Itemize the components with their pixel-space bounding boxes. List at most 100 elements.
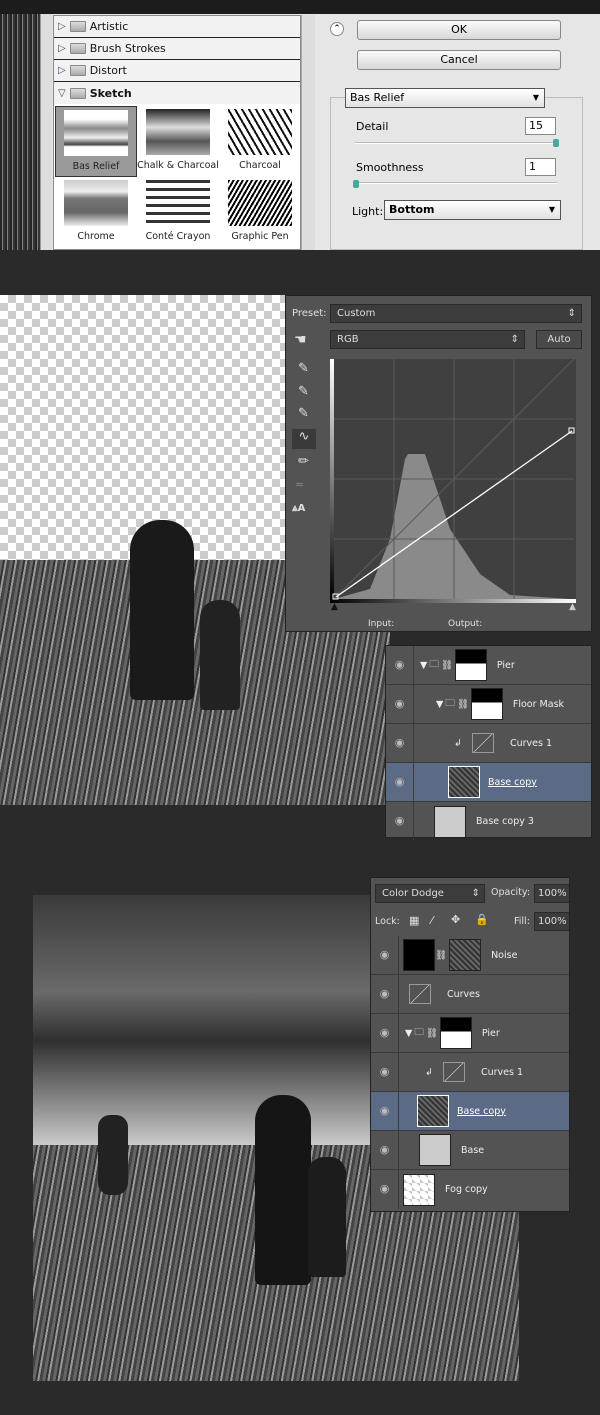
layer-name: Curves 1 — [509, 737, 553, 749]
layer-mask-thumbnail — [439, 1017, 472, 1049]
layer-row-pier[interactable]: ◉ ▼ 🗀 ⛓ Pier — [371, 1014, 569, 1053]
lock-transparency-icon[interactable]: ▦ — [409, 914, 419, 927]
top-bar — [0, 0, 600, 14]
layer-row-floor-mask[interactable]: ◉ ▼ 🗀 ⛓ Floor Mask — [386, 685, 591, 724]
lock-position-icon[interactable]: ✥ — [451, 913, 460, 926]
updown-arrow-icon: ⇕ — [471, 888, 480, 899]
preview-scrollbar[interactable] — [40, 14, 52, 250]
black-eyedropper-icon[interactable]: ✎ — [298, 361, 309, 376]
filter-bas-relief[interactable]: Bas Relief — [55, 106, 137, 177]
layer-name: Noise — [491, 949, 518, 961]
filter-thumbnail — [228, 109, 292, 155]
detail-slider-handle[interactable] — [553, 139, 559, 147]
smooth-curve-icon[interactable]: ≈ — [295, 478, 304, 491]
curves-graph[interactable] — [330, 359, 576, 605]
eye-icon[interactable]: ◉ — [386, 685, 414, 723]
link-icon: ⛓ — [435, 949, 448, 961]
category-label: Distort — [89, 64, 127, 77]
detail-input[interactable]: 15 — [525, 117, 556, 135]
filter-chalk-charcoal[interactable]: Chalk & Charcoal — [137, 106, 219, 177]
layer-row-curves-1[interactable]: ◉ ↲ Curves 1 — [371, 1053, 569, 1092]
walkers-figures — [98, 1115, 128, 1195]
preview-image — [0, 14, 40, 250]
filter-thumbnail — [64, 180, 128, 226]
layer-row-curves-1[interactable]: ◉ ↲ Curves 1 — [386, 724, 591, 763]
opacity-input[interactable]: 100% — [534, 884, 569, 903]
white-point-slider-icon[interactable]: ▲ — [569, 602, 576, 612]
layer-row-base-copy[interactable]: ◉ Base copy — [386, 763, 591, 802]
eye-icon[interactable]: ◉ — [386, 646, 414, 684]
category-label: Sketch — [89, 86, 132, 100]
expand-icon[interactable]: ▼ — [420, 660, 427, 671]
opacity-label: Opacity: — [491, 887, 531, 898]
category-label: Brush Strokes — [89, 42, 166, 55]
updown-arrow-icon: ⇕ — [510, 334, 519, 345]
layer-row-noise[interactable]: ◉ ⛓ Noise — [371, 936, 569, 975]
lock-pixels-brush-icon[interactable]: ⁄ — [431, 914, 433, 927]
gray-eyedropper-icon[interactable]: ✎ — [298, 384, 309, 399]
layer-thumbnail — [448, 766, 480, 798]
layer-name: Base copy 3 — [476, 816, 534, 827]
layer-thumbnail — [403, 1173, 435, 1206]
preset-select[interactable]: Custom ⇕ — [330, 304, 582, 323]
filter-thumbnail — [146, 180, 210, 226]
eye-icon[interactable]: ◉ — [371, 936, 399, 974]
eye-icon[interactable]: ◉ — [386, 802, 414, 841]
eye-icon[interactable]: ◉ — [386, 763, 414, 801]
smoothness-input[interactable]: 1 — [525, 158, 556, 176]
auto-button[interactable]: Auto — [536, 330, 582, 349]
curve-point-tool-icon[interactable]: ∿ — [292, 429, 316, 449]
curves-adjustment-icon — [409, 984, 431, 1004]
layer-row-base[interactable]: ◉ Base — [371, 1131, 569, 1170]
smoothness-slider[interactable] — [355, 182, 557, 184]
eye-icon[interactable]: ◉ — [371, 1092, 399, 1130]
collapse-gallery-button[interactable]: ⌃ — [330, 22, 344, 36]
light-select[interactable]: Bottom ▼ — [384, 200, 561, 220]
pencil-icon[interactable]: ✏ — [298, 454, 309, 469]
eye-icon[interactable]: ◉ — [371, 1053, 399, 1091]
eye-icon[interactable]: ◉ — [386, 724, 414, 762]
ok-button[interactable]: OK — [357, 20, 561, 40]
filter-graphic-pen[interactable]: Graphic Pen — [219, 177, 301, 248]
layer-mask-thumbnail — [449, 939, 482, 971]
eye-icon[interactable]: ◉ — [371, 1170, 399, 1209]
filter-select[interactable]: Bas Relief ▼ — [345, 88, 545, 108]
category-distort[interactable]: ▷ Distort — [54, 60, 300, 82]
link-icon: ⛓ — [440, 659, 453, 671]
layer-row-base-copy-3[interactable]: ◉ Base copy 3 — [386, 802, 591, 841]
channel-select[interactable]: RGB ⇕ — [330, 330, 525, 349]
expand-icon[interactable]: ▼ — [436, 699, 443, 710]
black-point-slider-icon[interactable]: ▲ — [331, 602, 338, 612]
smoothness-slider-handle[interactable] — [353, 180, 359, 188]
layer-row-base-copy[interactable]: ◉ Base copy — [371, 1092, 569, 1131]
hand-adjust-icon[interactable]: ☚ — [294, 332, 307, 348]
layer-row-fog-copy[interactable]: ◉ Fog copy — [371, 1170, 569, 1209]
folder-icon — [69, 21, 86, 32]
lock-label: Lock: — [375, 916, 400, 927]
clipping-warning-icon[interactable]: ⩓A — [292, 503, 305, 514]
filter-thumbnail — [64, 110, 128, 156]
layer-name: Floor Mask — [512, 698, 565, 710]
category-artistic[interactable]: ▷ Artistic — [54, 16, 300, 38]
detail-slider[interactable] — [355, 142, 557, 144]
white-eyedropper-icon[interactable]: ✎ — [298, 406, 309, 421]
category-sketch[interactable]: ▽ Sketch — [54, 82, 300, 104]
category-brush-strokes[interactable]: ▷ Brush Strokes — [54, 38, 300, 60]
eye-icon[interactable]: ◉ — [371, 1131, 399, 1169]
light-select-value: Bottom — [389, 203, 435, 216]
link-icon: ⛓ — [456, 698, 469, 710]
expand-icon[interactable]: ▼ — [405, 1028, 412, 1039]
filter-conte-crayon[interactable]: Conté Crayon — [137, 177, 219, 248]
blend-mode-select[interactable]: Color Dodge ⇕ — [375, 884, 485, 903]
filter-list-scrollbar[interactable] — [301, 15, 315, 250]
cancel-button[interactable]: Cancel — [357, 50, 561, 70]
layer-row-curves[interactable]: ◉ Curves — [371, 975, 569, 1014]
eye-icon[interactable]: ◉ — [371, 975, 399, 1013]
filter-chrome[interactable]: Chrome — [55, 177, 137, 248]
filter-charcoal[interactable]: Charcoal — [219, 106, 301, 177]
eye-icon[interactable]: ◉ — [371, 1014, 399, 1052]
layer-row-pier[interactable]: ◉ ▼ 🗀 ⛓ Pier — [386, 646, 591, 685]
lock-all-icon[interactable]: 🔒 — [475, 913, 489, 926]
layer-name: Curves — [447, 988, 480, 1000]
fill-input[interactable]: 100% — [534, 912, 569, 931]
